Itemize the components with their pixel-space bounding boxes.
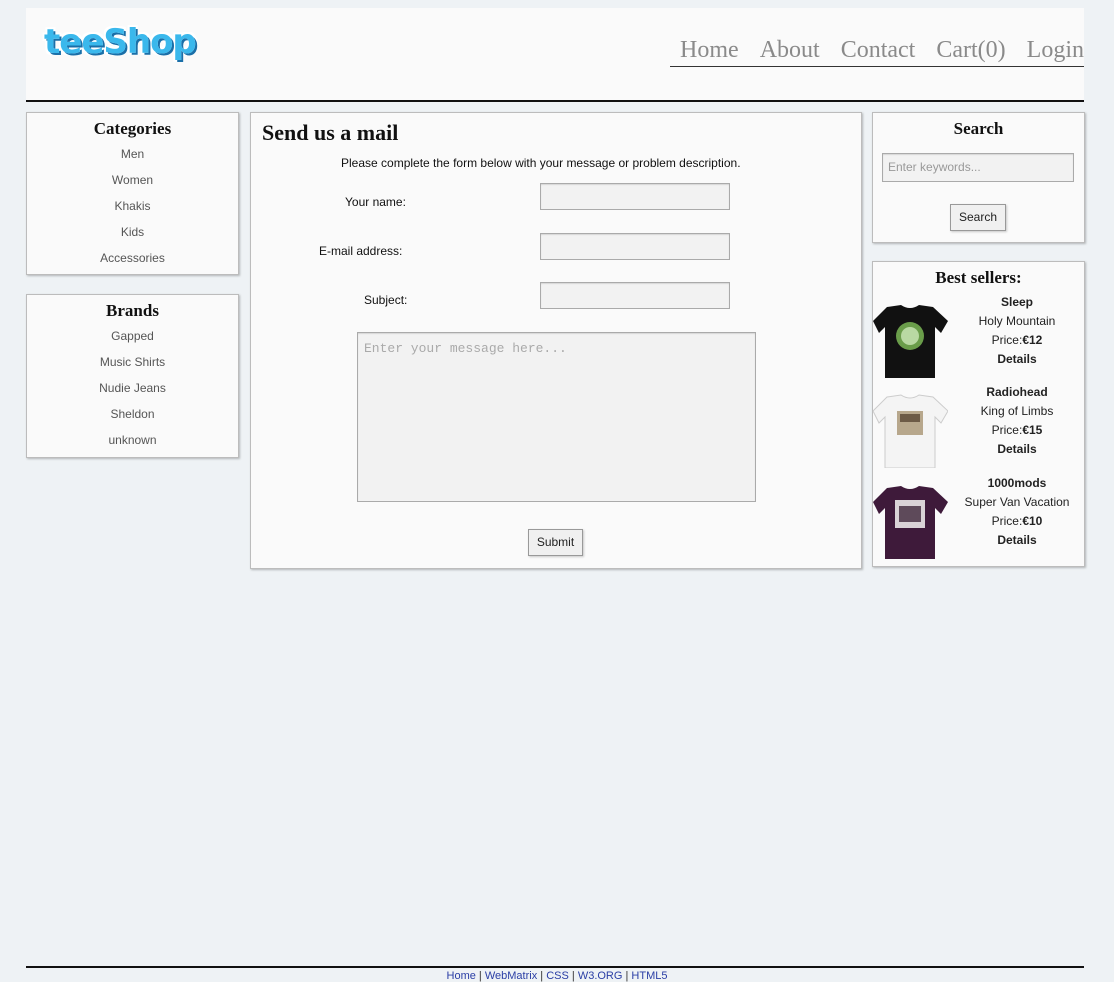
form-title: Send us a mail	[262, 120, 399, 145]
search-button[interactable]: Search	[950, 204, 1006, 231]
brand-unknown[interactable]: unknown	[27, 432, 238, 458]
footer-link-css[interactable]: CSS	[546, 970, 569, 982]
contact-form-panel: Send us a mail Please complete the form …	[250, 112, 862, 569]
item-price: Price:€12	[953, 331, 1081, 350]
footer-divider	[26, 966, 1084, 968]
price-label: Price:	[991, 423, 1023, 437]
footer-link-w3org[interactable]: W3.ORG	[578, 970, 623, 982]
best-seller-item[interactable]: 1000mods Super Van Vacation Price:€10 De…	[873, 474, 1084, 564]
item-brand: Radiohead	[986, 385, 1048, 399]
tshirt-thumbnail[interactable]	[873, 303, 948, 378]
details-link[interactable]: Details	[953, 350, 1081, 369]
category-khakis[interactable]: Khakis	[27, 198, 238, 224]
price-value: €10	[1022, 514, 1043, 528]
item-name: Holy Mountain	[978, 314, 1056, 328]
best-seller-text: Radiohead King of Limbs Price:€15 Detail…	[953, 383, 1081, 459]
best-seller-item[interactable]: Sleep Holy Mountain Price:€12 Details	[873, 293, 1084, 383]
brand-nudie-jeans[interactable]: Nudie Jeans	[27, 380, 238, 406]
subject-label: Subject:	[364, 293, 408, 307]
footer-link-html5[interactable]: HTML5	[631, 970, 667, 982]
item-price: Price:€10	[953, 512, 1081, 531]
details-link[interactable]: Details	[953, 440, 1081, 459]
best-sellers-panel: Best sellers: Sleep Holy Mountain Price:…	[872, 261, 1085, 567]
item-name: King of Limbs	[980, 404, 1054, 418]
best-seller-text: Sleep Holy Mountain Price:€12 Details	[953, 293, 1081, 369]
submit-button[interactable]: Submit	[528, 529, 583, 556]
nav-about[interactable]: About	[760, 37, 820, 64]
tshirt-thumbnail[interactable]	[873, 393, 948, 468]
categories-title: Categories	[93, 119, 172, 138]
category-accessories[interactable]: Accessories	[27, 250, 238, 276]
item-brand: Sleep	[1000, 295, 1033, 309]
site-logo[interactable]: teeShop	[44, 22, 197, 62]
site-footer: Home | WebMatrix | CSS | W3.ORG | HTML5	[446, 970, 668, 982]
item-brand: 1000mods	[987, 476, 1047, 490]
brands-list: Gapped Music Shirts Nudie Jeans Sheldon …	[27, 328, 238, 458]
category-men[interactable]: Men	[27, 146, 238, 172]
category-women[interactable]: Women	[27, 172, 238, 198]
category-kids[interactable]: Kids	[27, 224, 238, 250]
main-nav: Home About Contact Cart(0) Login	[670, 37, 1084, 67]
categories-list: Men Women Khakis Kids Accessories	[27, 146, 238, 276]
nav-cart[interactable]: Cart(0)	[936, 37, 1005, 64]
search-title: Search	[953, 119, 1004, 138]
footer-link-home[interactable]: Home	[447, 970, 476, 982]
details-link[interactable]: Details	[953, 531, 1081, 550]
best-sellers-title: Best sellers:	[935, 268, 1022, 287]
brand-sheldon[interactable]: Sheldon	[27, 406, 238, 432]
brand-gapped[interactable]: Gapped	[27, 328, 238, 354]
price-value: €12	[1022, 333, 1043, 347]
nav-home[interactable]: Home	[680, 37, 739, 64]
footer-link-webmatrix[interactable]: WebMatrix	[485, 970, 537, 982]
brands-panel: Brands Gapped Music Shirts Nudie Jeans S…	[26, 294, 239, 458]
brands-title: Brands	[106, 301, 159, 320]
price-label: Price:	[991, 333, 1023, 347]
price-label: Price:	[991, 514, 1023, 528]
item-price: Price:€15	[953, 421, 1081, 440]
price-value: €15	[1022, 423, 1043, 437]
email-label: E-mail address:	[319, 244, 403, 258]
best-seller-item[interactable]: Radiohead King of Limbs Price:€15 Detail…	[873, 383, 1084, 473]
name-input[interactable]	[540, 183, 730, 210]
email-input[interactable]	[540, 233, 730, 260]
best-seller-text: 1000mods Super Van Vacation Price:€10 De…	[953, 474, 1081, 550]
subject-input[interactable]	[540, 282, 730, 309]
item-name: Super Van Vacation	[964, 495, 1070, 509]
search-panel: Search Enter keywords... Search	[872, 112, 1085, 243]
tshirt-thumbnail[interactable]	[873, 484, 948, 559]
form-intro: Please complete the form below with your…	[341, 156, 741, 170]
name-label: Your name:	[345, 195, 406, 209]
brand-music-shirts[interactable]: Music Shirts	[27, 354, 238, 380]
nav-contact[interactable]: Contact	[841, 37, 916, 64]
categories-panel: Categories Men Women Khakis Kids Accesso…	[26, 112, 239, 275]
search-input[interactable]: Enter keywords...	[882, 153, 1074, 182]
nav-login[interactable]: Login	[1027, 37, 1084, 64]
message-textarea[interactable]: Enter your message here...	[357, 332, 756, 502]
site-header: teeShop Home About Contact Cart(0) Login	[26, 8, 1084, 102]
